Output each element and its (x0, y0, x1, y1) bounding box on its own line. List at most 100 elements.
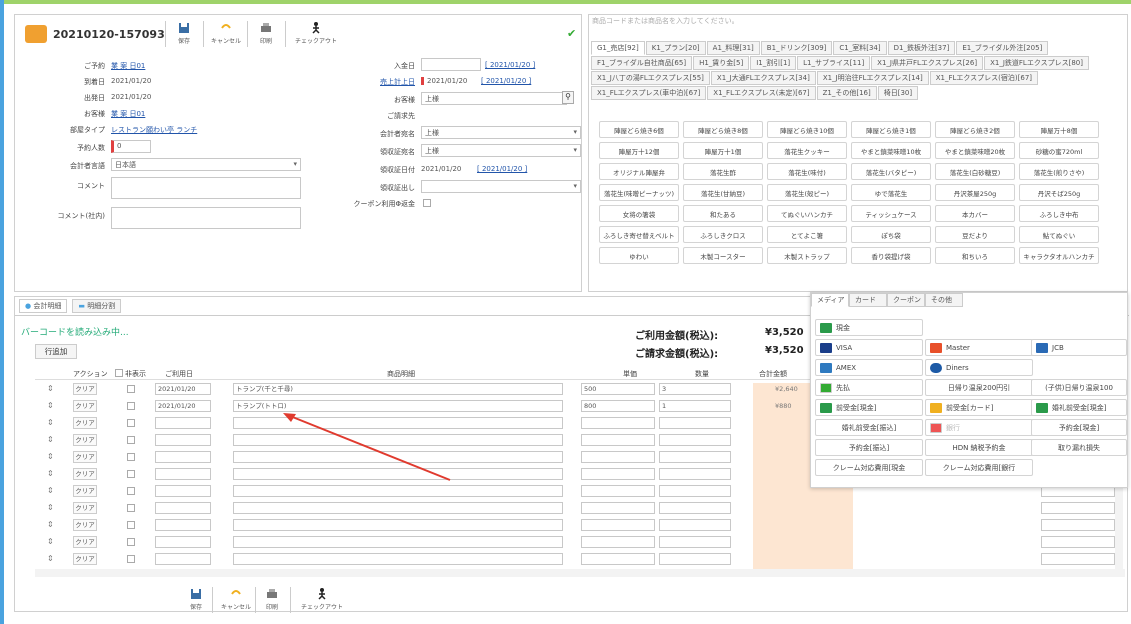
receipt-issue-select[interactable] (421, 180, 581, 193)
date-input[interactable]: 2021/01/20 (155, 400, 211, 412)
sales-date-label[interactable]: 売上計上日 (335, 77, 415, 87)
pay-cash-button[interactable]: 現金 (815, 319, 923, 336)
pay-child-hot-spring-button[interactable]: (子供)日帰り温泉100 (1031, 379, 1127, 396)
payment-tab[interactable]: その他 (925, 293, 963, 307)
price-input[interactable] (581, 536, 655, 548)
product-tab[interactable]: L1_サブライス[11] (797, 56, 871, 70)
product-button[interactable]: 和ちいろ (935, 247, 1015, 264)
product-button[interactable]: 陣屋どら焼き2個 (935, 121, 1015, 138)
date-input[interactable] (155, 536, 211, 548)
product-button[interactable]: 落花生酢 (683, 163, 763, 180)
product-button[interactable]: 落花生(味噌ピーナッツ) (599, 184, 679, 201)
product-button[interactable]: 丹沢茶屋250g (935, 184, 1015, 201)
pay-hdn-button[interactable]: HDN 納税予約金 (925, 439, 1033, 456)
hide-checkbox[interactable] (127, 402, 135, 410)
date-input[interactable] (155, 468, 211, 480)
product-button[interactable]: 木製コースター (683, 247, 763, 264)
extra-input[interactable] (1041, 502, 1115, 514)
product-button[interactable]: 落花生(煎りさや) (1019, 163, 1099, 180)
pay-visa-button[interactable]: VISA (815, 339, 923, 356)
product-tab[interactable]: X1_J明治往FLエクスプレス[14] (816, 71, 929, 85)
product-tab[interactable]: B1_ドリンク[309] (760, 41, 833, 55)
product-button[interactable]: やまと鎮菜味噌10枚 (851, 142, 931, 159)
qty-input[interactable] (659, 434, 731, 446)
hide-checkbox[interactable] (127, 555, 135, 563)
product-button[interactable]: 落花生クッキー (767, 142, 847, 159)
pay-bank-button[interactable]: 銀行 (925, 419, 1033, 436)
product-tab[interactable]: Z1_その他[16] (816, 86, 877, 100)
hide-all-checkbox[interactable] (115, 369, 123, 377)
product-button[interactable]: キャラクタオルハンカチ (1019, 247, 1099, 264)
pay-deposit-card-button[interactable]: 前受金[カード] (925, 399, 1033, 416)
qty-input[interactable]: 3 (659, 383, 731, 395)
drag-handle-icon[interactable]: ⇕ (47, 451, 54, 463)
receipt-name-select[interactable]: 上様 (421, 144, 581, 157)
product-tab[interactable]: A1_料理[31] (706, 41, 760, 55)
product-tab[interactable]: H1_賃り金[5] (693, 56, 750, 70)
hide-checkbox[interactable] (127, 538, 135, 546)
product-button[interactable]: 陣屋どら焼き8個 (683, 121, 763, 138)
item-input[interactable]: トランプ(トトロ) (233, 400, 563, 412)
product-button[interactable]: 落花生(味付) (767, 163, 847, 180)
horizontal-scrollbar[interactable] (35, 569, 1125, 577)
item-input[interactable] (233, 502, 563, 514)
product-tab[interactable]: X1_J鉄道FLエクスプレス[80] (984, 56, 1089, 70)
product-tab[interactable]: X1_J八丁の湯FLエクスプレス[55] (591, 71, 710, 85)
product-button[interactable]: ティッシュケース (851, 205, 931, 222)
price-input[interactable] (581, 553, 655, 565)
item-input[interactable] (233, 417, 563, 429)
drag-handle-icon[interactable]: ⇕ (47, 485, 54, 497)
sales-date-link[interactable]: [ 2021/01/20 ] (481, 77, 531, 85)
clear-button[interactable]: クリア (73, 519, 97, 531)
hide-checkbox[interactable] (127, 470, 135, 478)
product-button[interactable]: 陣屋どら焼き10個 (767, 121, 847, 138)
pay-advance-button[interactable]: 先払 (815, 379, 923, 396)
product-button[interactable]: 丹沢そば250g (1019, 184, 1099, 201)
print-button[interactable]: 印刷 (259, 21, 273, 45)
product-tab[interactable]: I1_割引[1] (750, 56, 797, 70)
product-search-input[interactable]: 商品コードまたは商品名を入力してください。 (589, 15, 1127, 31)
pay-hot-spring-button[interactable]: 日帰り温泉200円引 (925, 379, 1033, 396)
extra-input[interactable] (1041, 553, 1115, 565)
lang-select[interactable]: 日本語 (111, 158, 301, 171)
clear-button[interactable]: クリア (73, 417, 97, 429)
clear-button[interactable]: クリア (73, 383, 97, 395)
pay-claim-cash-button[interactable]: クレーム対応費用[現金 (815, 459, 923, 476)
product-button[interactable]: 本カバー (935, 205, 1015, 222)
product-tab[interactable]: E1_ブライダル外注[205] (956, 41, 1049, 55)
product-button[interactable]: 陣屋万十12個 (599, 142, 679, 159)
product-tab[interactable]: G1_売店[92] (591, 41, 645, 55)
guests-input[interactable]: 0 (111, 140, 151, 153)
drag-handle-icon[interactable]: ⇕ (47, 502, 54, 514)
drag-handle-icon[interactable]: ⇕ (47, 536, 54, 548)
hide-checkbox[interactable] (127, 487, 135, 495)
pay-reserve-cash-button[interactable]: 予約金[現金] (1031, 419, 1127, 436)
price-input[interactable] (581, 502, 655, 514)
product-button[interactable]: やまと鎮菜味噌20枚 (935, 142, 1015, 159)
drag-handle-icon[interactable]: ⇕ (47, 468, 54, 480)
product-button[interactable]: 落花生(甘納豆) (683, 184, 763, 201)
pay-master-button[interactable]: Master (925, 339, 1033, 356)
qty-input[interactable] (659, 417, 731, 429)
clear-button[interactable]: クリア (73, 468, 97, 480)
payment-tab[interactable]: クーポン (887, 293, 925, 307)
pay-gift-deposit-transfer-button[interactable]: 婚礼前受金[振込] (815, 419, 923, 436)
pay-diners-button[interactable]: Diners (925, 359, 1033, 376)
date-input[interactable]: 2021/01/20 (155, 383, 211, 395)
product-tab[interactable]: K1_プラン[20] (645, 41, 706, 55)
pay-jcb-button[interactable]: JCB (1031, 339, 1127, 356)
qty-input[interactable] (659, 451, 731, 463)
price-input[interactable] (581, 519, 655, 531)
clear-button[interactable]: クリア (73, 451, 97, 463)
product-button[interactable]: 陣屋どら焼き1個 (851, 121, 931, 138)
pay-reserve-transfer-button[interactable]: 予約金[振込] (815, 439, 923, 456)
clear-button[interactable]: クリア (73, 485, 97, 497)
product-tab[interactable]: X1_FLエクスプレス(未定)[67] (707, 86, 816, 100)
coupon-checkbox[interactable] (423, 199, 431, 207)
reservation-link[interactable]: 業 案 日01 (111, 61, 145, 71)
clear-button[interactable]: クリア (73, 536, 97, 548)
date-input[interactable] (155, 502, 211, 514)
item-input[interactable] (233, 451, 563, 463)
payment-date-link[interactable]: [ 2021/01/20 ] (485, 61, 535, 69)
product-button[interactable]: てぬぐいハンカチ (767, 205, 847, 222)
